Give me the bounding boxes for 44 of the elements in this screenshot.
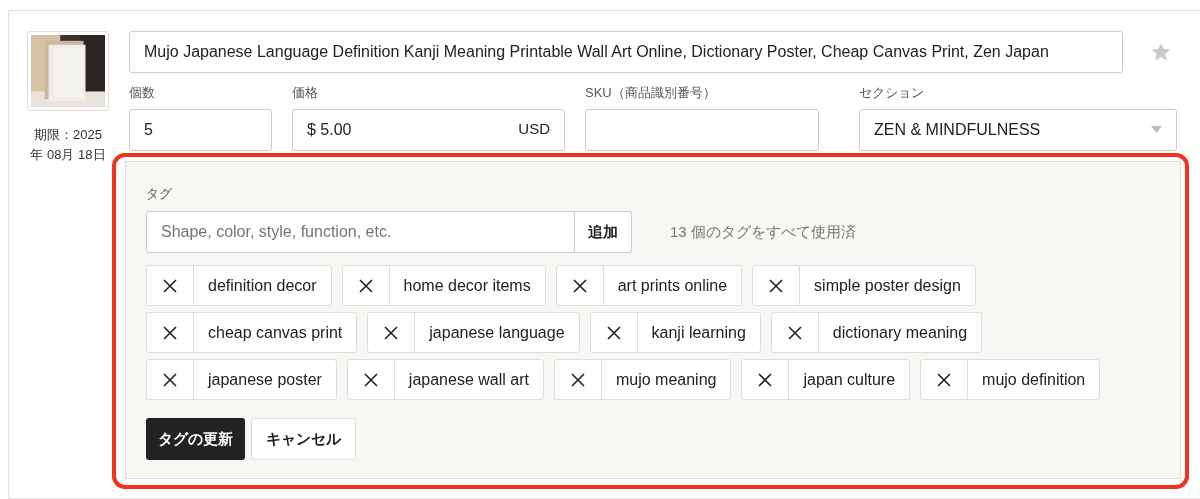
close-icon <box>572 278 587 293</box>
tag-text: kanji learning <box>650 322 747 343</box>
tag-text: home decor items <box>402 275 532 296</box>
section-select[interactable]: ZEN & MINDFULNESS <box>859 108 1177 151</box>
tag-text: simple poster design <box>813 275 962 296</box>
tag-label: タグ <box>146 184 173 203</box>
caret-icon <box>1151 126 1162 133</box>
tag-text: mujo meaning <box>614 369 718 390</box>
tag-text: japanese language <box>428 322 566 343</box>
close-icon <box>163 372 177 387</box>
star-icon[interactable] <box>1151 42 1171 62</box>
close-icon <box>769 278 784 293</box>
close-icon <box>163 325 177 340</box>
tag-text: dictionary meaning <box>831 322 969 343</box>
close-icon <box>363 372 378 387</box>
close-icon <box>163 278 177 293</box>
close-icon <box>937 372 952 387</box>
close-icon <box>787 325 802 340</box>
price-field[interactable]: $ 5.00 USD <box>292 108 565 151</box>
close-icon <box>606 325 621 340</box>
tag-input[interactable]: Shape, color, style, function, etc. <box>146 211 575 253</box>
tag-text: definition decor <box>207 275 318 296</box>
add-button[interactable]: 追加 <box>575 211 632 253</box>
quantity-field[interactable]: 5 <box>129 108 272 151</box>
title-field[interactable]: Mujo Japanese Language Definition Kanji Meaning Printable Wall Art Online, Dictionary Poster, Cheap Canvas Print, Zen Japan <box>129 31 1123 73</box>
tag-count-note: 13 個のタグをすべて使用済 <box>670 221 856 242</box>
tag-text: cheap canvas print <box>207 322 344 343</box>
tag-text: mujo definition <box>981 369 1087 390</box>
field-label: 個数 <box>129 84 156 102</box>
update-tags-button[interactable]: タグの更新 <box>146 418 245 460</box>
field-label: 価格 <box>292 84 319 102</box>
tag-text: japanese poster <box>206 369 323 390</box>
field-label: セクション <box>859 84 925 102</box>
cancel-button[interactable]: キャンセル <box>251 418 356 460</box>
close-icon <box>384 325 399 340</box>
tag-text: japanese wall art <box>407 369 530 390</box>
close-icon <box>358 278 373 293</box>
close-icon <box>570 372 585 387</box>
close-icon <box>758 372 773 387</box>
tag-text: art prints online <box>616 275 729 296</box>
sku-field[interactable] <box>585 108 819 151</box>
expiry-date: 期限：2025 年 08月 18日 <box>29 126 107 164</box>
field-label: SKU（商品識別番号） <box>585 84 717 102</box>
tag-text: japan culture <box>802 369 897 390</box>
